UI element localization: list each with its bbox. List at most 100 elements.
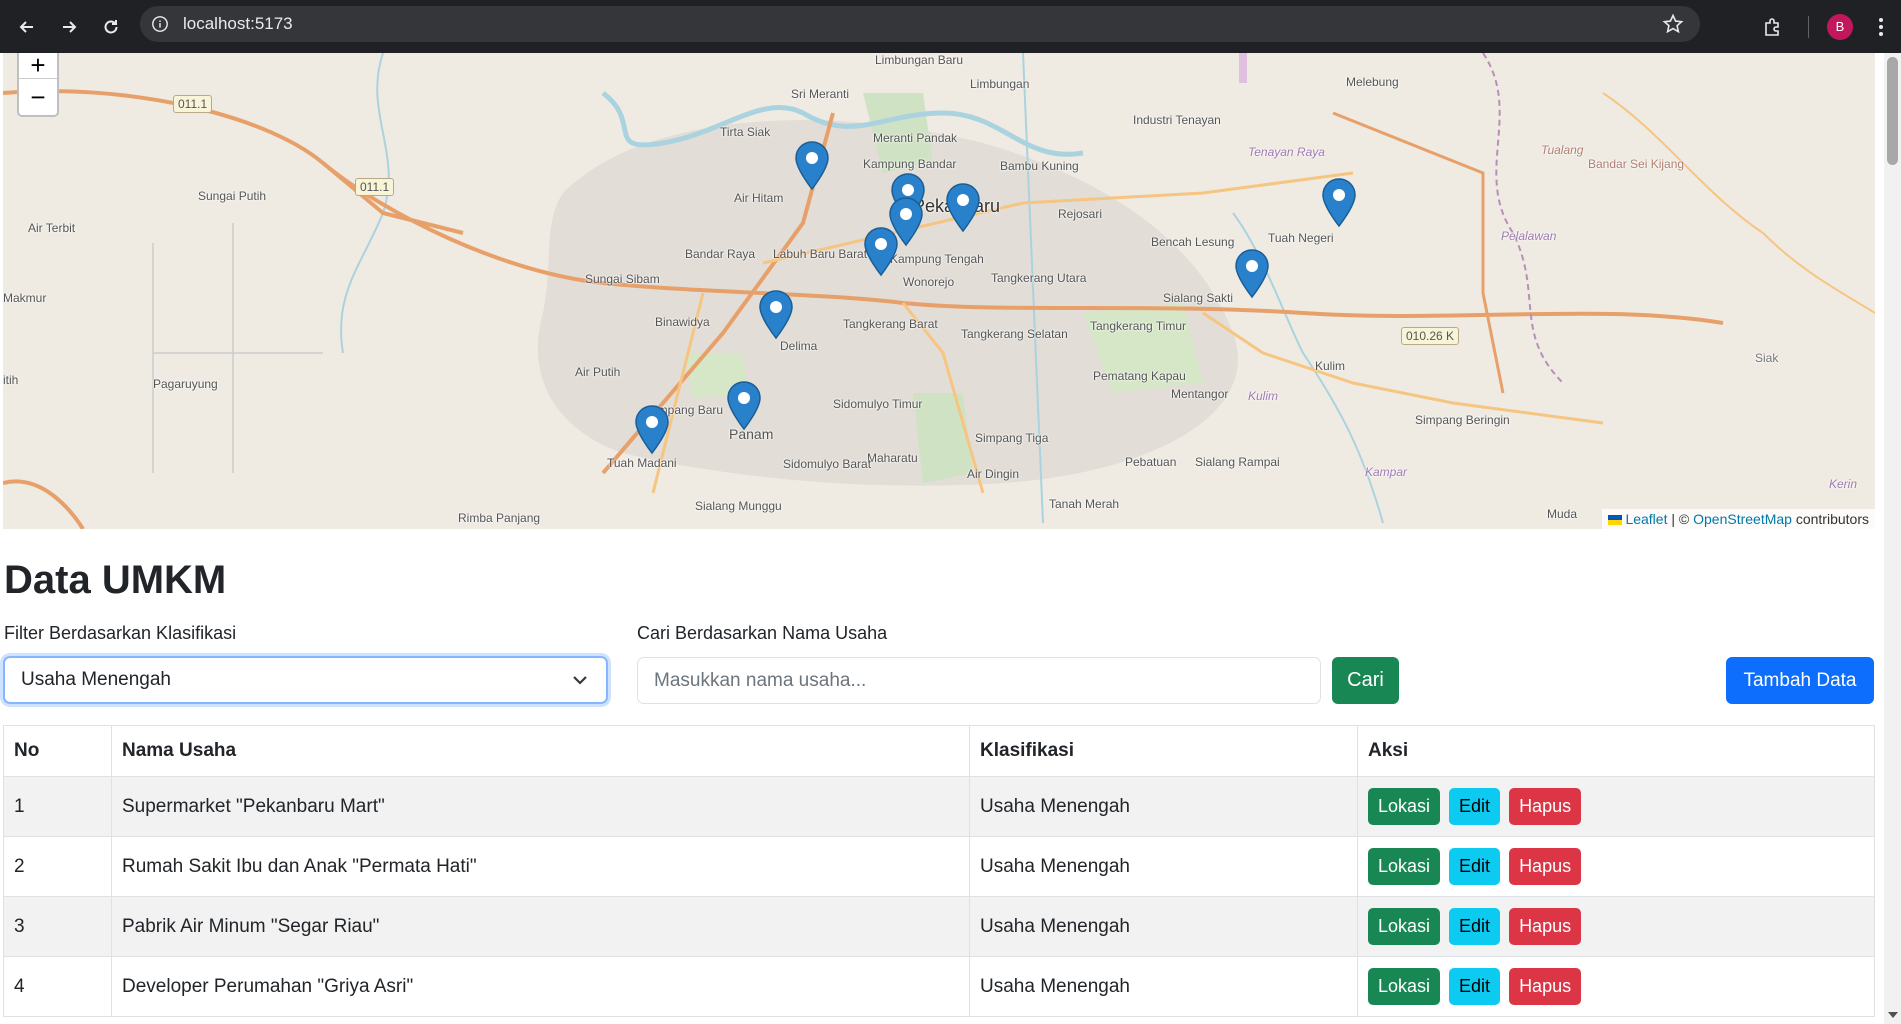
map-label: Bencah Lesung [1151,235,1235,249]
map-label: Sri Meranti [791,87,850,101]
map-container[interactable]: Limbungan Baru Limbungan Sri Meranti Mel… [3,53,1875,529]
reload-button[interactable] [96,12,126,42]
map-label: Bambu Kuning [1000,159,1079,173]
map-label: Rejosari [1058,207,1103,221]
menu-kebab-icon[interactable] [1871,14,1891,40]
chevron-down-icon [573,676,587,685]
address-bar[interactable]: localhost:5173 [140,6,1700,42]
add-data-button[interactable]: Tambah Data [1726,657,1874,704]
bookmark-star-icon[interactable] [1662,13,1684,35]
map-label: Bandar Raya [685,247,756,261]
zoom-out-button[interactable]: − [19,79,57,115]
lokasi-button[interactable]: Lokasi [1368,788,1441,825]
reload-icon [104,19,118,33]
map-label: Sidomulyo Timur [833,397,923,411]
hapus-button[interactable]: Hapus [1509,848,1582,885]
map-label: Rimba Panjang [458,511,541,525]
search-input[interactable] [637,657,1321,704]
filter-label: Filter Berdasarkan Klasifikasi [4,623,237,643]
map-marker[interactable] [1235,249,1269,299]
map-label: itih [3,373,19,387]
map-marker[interactable] [864,227,898,277]
map-label: Tirta Siak [720,125,771,139]
profile-avatar[interactable]: B [1827,13,1853,40]
map-label: Sialang Sakti [1163,291,1234,305]
map-label: Tangkerang Selatan [961,327,1068,341]
forward-button[interactable] [54,12,84,42]
cell-no: 2 [3,836,112,897]
map-label: Maharatu [867,451,918,465]
map-marker[interactable] [946,183,980,233]
zoom-control: + − [17,53,59,117]
map-tiles [3,53,1875,529]
puzzle-icon [1765,17,1779,36]
edit-button[interactable]: Edit [1449,788,1501,825]
map-label: Limbungan [970,77,1030,91]
header-no: No [3,725,112,777]
cell-aksi: Lokasi Edit Hapus [1357,896,1875,957]
map-label: Melebung [1346,75,1399,89]
map-label: Tualang [1541,143,1584,157]
map-marker[interactable] [759,290,793,340]
road-shield: 011.1 [173,95,213,113]
map-label: Pagaruyung [153,377,218,391]
map-label: Air Putih [575,365,621,379]
map-marker[interactable] [795,141,829,191]
cell-nama-usaha: Rumah Sakit Ibu dan Anak "Permata Hati" [111,836,970,897]
hapus-button[interactable]: Hapus [1509,908,1582,945]
scroll-down-arrow-icon[interactable] [1888,1012,1898,1018]
lokasi-button[interactable]: Lokasi [1368,908,1441,945]
edit-button[interactable]: Edit [1449,848,1501,885]
lokasi-button[interactable]: Lokasi [1368,968,1441,1005]
zoom-in-button[interactable]: + [19,53,57,80]
map-label: Tangkerang Utara [991,271,1087,285]
map-label: Tangkerang Timur [1090,319,1187,333]
edit-button[interactable]: Edit [1449,968,1501,1005]
search-button[interactable]: Cari [1332,657,1399,704]
map-label: Sialang Munggu [695,499,782,513]
cell-aksi: Lokasi Edit Hapus [1357,956,1875,1017]
edit-button[interactable]: Edit [1449,908,1501,945]
map-label: Kulim [1315,359,1346,373]
table-row: 1 Supermarket "Pekanbaru Mart" Usaha Men… [3,776,1875,837]
leaflet-link[interactable]: Leaflet [1625,511,1667,527]
search-label: Cari Berdasarkan Nama Usaha [637,623,888,643]
cell-nama-usaha: Pabrik Air Minum "Segar Riau" [111,896,970,957]
cell-klasifikasi: Usaha Menengah [969,956,1358,1017]
map-marker[interactable] [1322,178,1356,228]
map-label: Makmur [3,291,47,305]
map-label: Simpang Beringin [1415,413,1510,427]
hapus-button[interactable]: Hapus [1509,788,1582,825]
map-label: Kampung Bandar [863,157,957,171]
cell-no: 1 [3,776,112,837]
page-scrollbar[interactable] [1884,53,1901,1024]
classification-select[interactable]: Usaha Menengah [3,656,608,704]
map-label: Simpang Tiga [975,431,1049,445]
url-text: localhost:5173 [183,14,293,33]
map-marker[interactable] [727,381,761,431]
map-label: Tanah Merah [1049,497,1120,511]
cell-klasifikasi: Usaha Menengah [969,776,1358,837]
extensions-button[interactable] [1760,14,1786,40]
map-label: Sialang Rampai [1195,455,1280,469]
scrollbar-thumb[interactable] [1887,57,1898,165]
map-label: Muda [1547,507,1578,521]
map-label: Sungai Sibam [585,272,660,286]
map-label: Bandar Sei Kijang [1588,157,1685,171]
osm-link[interactable]: OpenStreetMap [1693,511,1792,527]
back-button[interactable] [12,12,42,42]
map-label: Binawidya [655,315,710,329]
map-marker[interactable] [635,405,669,455]
site-info-icon[interactable] [149,13,171,35]
header-aksi: Aksi [1357,725,1875,777]
map-label: Air Hitam [734,191,784,205]
map-label: Kampar [1365,465,1408,479]
map-label: Industri Tenayan [1133,113,1221,127]
map-label: Pelalawan [1501,229,1557,243]
hapus-button[interactable]: Hapus [1509,968,1582,1005]
arrow-right-icon [63,20,77,33]
map-attribution: Leaflet | © OpenStreetMap contributors [1602,509,1875,529]
map-label: Limbungan Baru [875,53,964,67]
cell-no: 3 [3,896,112,957]
lokasi-button[interactable]: Lokasi [1368,848,1441,885]
